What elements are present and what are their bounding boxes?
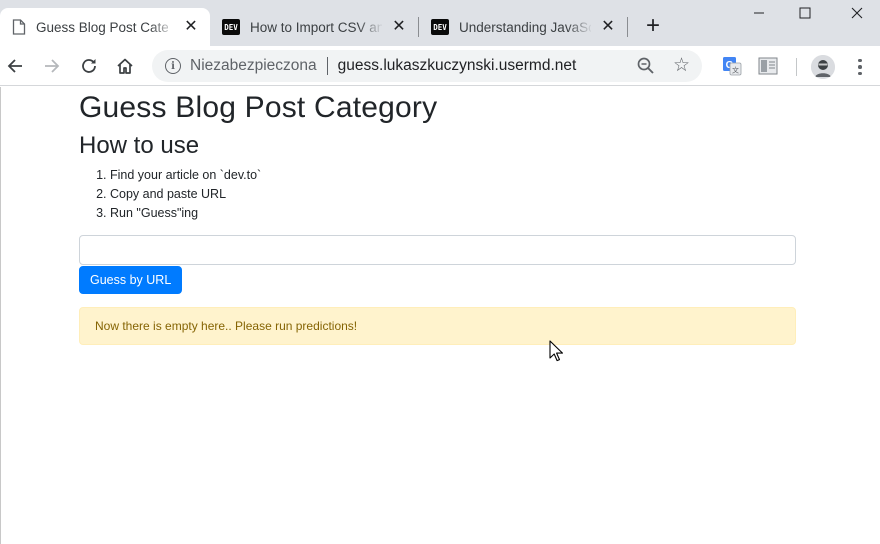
user-avatar-icon (811, 55, 835, 79)
home-icon (117, 58, 133, 74)
browser-tabstrip: Guess Blog Post Category ✕ DEV How to Im… (0, 0, 880, 46)
info-icon[interactable]: i (165, 58, 181, 74)
profile-avatar[interactable] (811, 55, 835, 79)
tab-how-to-import-csv[interactable]: DEV How to Import CSV and ✕ (210, 8, 418, 46)
mouse-cursor-icon (549, 340, 564, 362)
svg-text:文: 文 (732, 66, 739, 75)
arrow-left-icon (7, 59, 22, 73)
tab-understanding-javascript[interactable]: DEV Understanding JavaScript ✕ (419, 8, 627, 46)
translate-icon[interactable]: G 文 (722, 56, 742, 76)
page-title: Guess Blog Post Category (79, 91, 438, 124)
browser-toolbar: i Niezabezpieczona guess.lukaszkuczynski… (0, 46, 880, 86)
maximize-icon (799, 7, 811, 19)
maximize-button[interactable] (782, 0, 828, 26)
address-bar[interactable]: i Niezabezpieczona guess.lukaszkuczynski… (152, 50, 702, 82)
more-menu-icon[interactable] (850, 54, 870, 80)
tab-close-icon[interactable]: ✕ (390, 18, 408, 36)
tab-close-icon[interactable]: ✕ (182, 18, 200, 36)
guess-by-url-button[interactable]: Guess by URL (79, 266, 183, 294)
tab-separator (627, 17, 628, 37)
arrow-right-icon (45, 59, 60, 73)
main-container: Guess Blog Post Category How to use Find… (79, 87, 796, 345)
tab-title: Guess Blog Post Category (36, 19, 168, 35)
forward-button[interactable] (38, 52, 66, 80)
minimize-button[interactable] (736, 0, 782, 26)
step-item: Run "Guess"ing (110, 204, 796, 223)
steps-list: Find your article on `dev.to` Copy and p… (79, 166, 796, 223)
close-icon (851, 7, 863, 19)
reader-mode-icon[interactable] (758, 57, 778, 75)
window-close-button[interactable] (834, 0, 880, 26)
step-item: Find your article on `dev.to` (110, 166, 796, 185)
security-label: Niezabezpieczona (190, 57, 317, 74)
back-button[interactable] (1, 52, 29, 80)
page-content: Guess Blog Post Category How to use Find… (0, 87, 880, 544)
url-text[interactable]: guess.lukaszkuczynski.usermd.net (338, 57, 577, 75)
new-tab-button[interactable]: + (640, 13, 666, 39)
reload-icon (82, 59, 96, 73)
bookmark-star-icon[interactable]: ☆ (673, 54, 690, 78)
tab-close-icon[interactable]: ✕ (599, 18, 617, 36)
minimize-icon (754, 12, 764, 14)
how-to-use-heading: How to use (79, 132, 200, 159)
dev-logo-icon: DEV (431, 19, 449, 35)
reload-button[interactable] (75, 52, 103, 80)
url-input[interactable] (79, 235, 796, 265)
zoom-icon[interactable] (636, 56, 656, 76)
tab-guess-blog-post-category[interactable]: Guess Blog Post Category ✕ (0, 8, 210, 46)
step-item: Copy and paste URL (110, 185, 796, 204)
document-icon (12, 19, 26, 35)
dev-logo-icon: DEV (222, 19, 240, 35)
empty-results-alert: Now there is empty here.. Please run pre… (79, 307, 796, 345)
home-button[interactable] (111, 52, 139, 80)
